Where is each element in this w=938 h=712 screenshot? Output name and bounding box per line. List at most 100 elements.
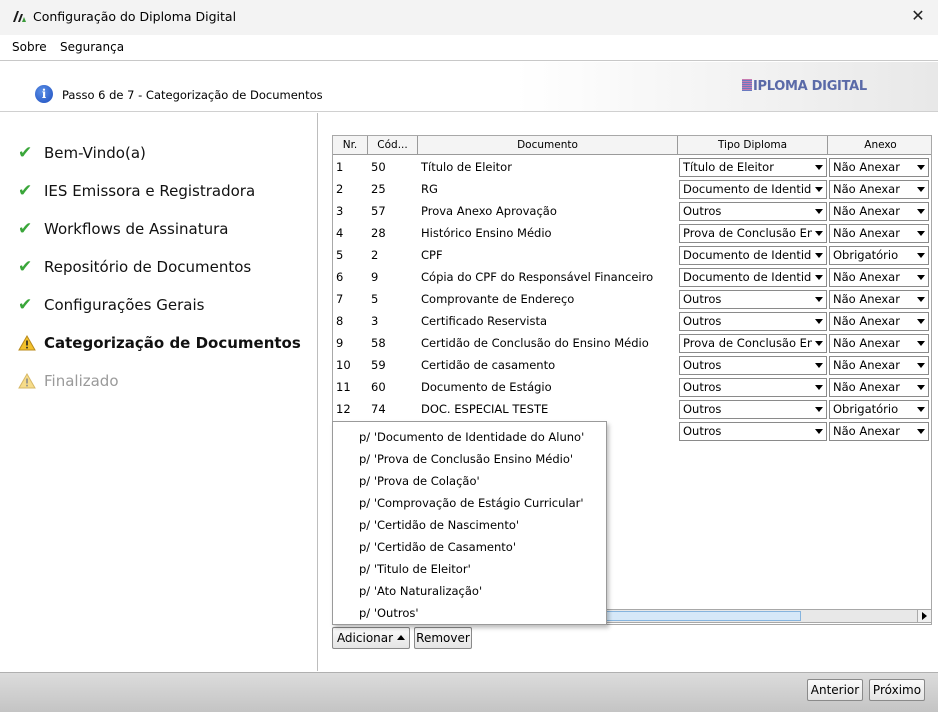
popup-item-ato-naturalizacao[interactable]: p/ 'Ato Naturalização' xyxy=(359,580,482,602)
step-label: Bem-Vindo(a) xyxy=(44,144,146,162)
column-header-tipo-diploma[interactable]: Tipo Diploma xyxy=(678,136,828,155)
warning-icon xyxy=(18,372,36,389)
popup-item-prova-colacao[interactable]: p/ 'Prova de Colação' xyxy=(359,470,480,492)
tipo-diploma-select-value: Documento de Identid... xyxy=(683,248,812,262)
table-row[interactable]: 2 25 RG Documento de Identid... Não Anexar xyxy=(333,178,931,200)
table-row[interactable]: 4 28 Histórico Ensino Médio Prova de Conclu… xyxy=(333,222,931,244)
tipo-diploma-select[interactable]: Prova de Conclusão En... xyxy=(679,224,827,243)
menu-seguranca[interactable]: Segurança xyxy=(60,40,124,54)
table-row[interactable]: 3 57 Prova Anexo Aprovação Outros Não Anexar xyxy=(333,200,931,222)
tipo-diploma-select[interactable]: Outros xyxy=(679,400,827,419)
step-bem-vindo: ✔ Bem-Vindo(a) xyxy=(18,142,146,164)
column-header-documento[interactable]: Documento xyxy=(418,136,678,155)
anexo-select[interactable]: Não Anexar xyxy=(829,290,929,309)
anexo-select[interactable]: Não Anexar xyxy=(829,378,929,397)
tipo-diploma-select[interactable]: Prova de Conclusão En... xyxy=(679,334,827,353)
wizard-footer: Anterior Próximo xyxy=(0,672,938,712)
menu-sobre[interactable]: Sobre xyxy=(12,40,47,54)
tipo-diploma-select-value: Outros xyxy=(683,314,722,328)
chevron-down-icon xyxy=(815,253,823,258)
next-button[interactable]: Próximo xyxy=(869,679,925,701)
arrow-up-icon xyxy=(397,635,406,640)
step-label: Workflows de Assinatura xyxy=(44,220,229,238)
window-title: Configuração do Diploma Digital xyxy=(33,9,237,24)
table-row[interactable]: 11 60 Documento de Estágio Outros Não Anexar xyxy=(333,376,931,398)
remove-button[interactable]: Remover xyxy=(414,627,472,649)
chevron-down-icon xyxy=(917,297,925,302)
tipo-diploma-select[interactable]: Outros xyxy=(679,356,827,375)
anexo-select-value: Não Anexar xyxy=(833,314,900,328)
cell-cod: 50 xyxy=(371,160,386,174)
anexo-select[interactable]: Não Anexar xyxy=(829,268,929,287)
popup-item-certidao-nascimento[interactable]: p/ 'Certidão de Nascimento' xyxy=(359,514,519,536)
anexo-select[interactable]: Não Anexar xyxy=(829,422,929,441)
brand-mark-icon xyxy=(742,79,752,91)
anexo-select[interactable]: Não Anexar xyxy=(829,158,929,177)
popup-item-documento-identidade[interactable]: p/ 'Documento de Identidade do Aluno' xyxy=(359,426,584,448)
anexo-select[interactable]: Obrigatório xyxy=(829,246,929,265)
chevron-down-icon xyxy=(917,407,925,412)
previous-button[interactable]: Anterior xyxy=(807,679,863,701)
anexo-select-value: Não Anexar xyxy=(833,424,900,438)
chevron-down-icon xyxy=(815,363,823,368)
column-header-anexo[interactable]: Anexo xyxy=(828,136,931,155)
tipo-diploma-select[interactable]: Outros xyxy=(679,378,827,397)
table-row[interactable]: 7 5 Comprovante de Endereço Outros Não Anexa… xyxy=(333,288,931,310)
wizard-header: i Passo 6 de 7 - Categorização de Docume… xyxy=(0,62,938,112)
anexo-select[interactable]: Não Anexar xyxy=(829,334,929,353)
table-row[interactable]: 5 2 CPF Documento de Identid... Obrigatório xyxy=(333,244,931,266)
tipo-diploma-select[interactable]: Documento de Identid... xyxy=(679,246,827,265)
check-icon: ✔ xyxy=(18,219,33,239)
cell-nr: 11 xyxy=(336,380,351,394)
table-row[interactable]: 6 9 Cópia do CPF do Responsável Financeiro… xyxy=(333,266,931,288)
info-icon: i xyxy=(35,85,53,103)
popup-item-comprovacao-estagio[interactable]: p/ 'Comprovação de Estágio Curricular' xyxy=(359,492,584,514)
cell-cod: 9 xyxy=(371,270,379,284)
column-header-nr[interactable]: Nr. xyxy=(333,136,368,155)
cell-nr: 5 xyxy=(336,248,344,262)
scroll-right-icon[interactable] xyxy=(917,610,931,622)
check-icon: ✔ xyxy=(18,295,33,315)
popup-item-certidao-casamento[interactable]: p/ 'Certidão de Casamento' xyxy=(359,536,516,558)
column-header-cod[interactable]: Cód... xyxy=(368,136,418,155)
chevron-down-icon xyxy=(917,363,925,368)
popup-item-prova-conclusao[interactable]: p/ 'Prova de Conclusão Ensino Médio' xyxy=(359,448,573,470)
anexo-select[interactable]: Não Anexar xyxy=(829,312,929,331)
table-row[interactable]: 12 74 DOC. ESPECIAL TESTE Outros Obrigatório xyxy=(333,398,931,420)
chevron-down-icon xyxy=(815,187,823,192)
scrollbar-thumb[interactable] xyxy=(603,611,801,621)
cell-cod: 74 xyxy=(371,402,386,416)
anexo-select[interactable]: Não Anexar xyxy=(829,202,929,221)
brand-text: IPLOMA DIGITAL xyxy=(753,79,867,94)
tipo-diploma-select[interactable]: Outros xyxy=(679,290,827,309)
popup-item-titulo-eleitor[interactable]: p/ 'Titulo de Eleitor' xyxy=(359,558,471,580)
table-row[interactable]: 8 3 Certificado Reservista Outros Não Anexar xyxy=(333,310,931,332)
anexo-select-value: Não Anexar xyxy=(833,160,900,174)
tipo-diploma-select[interactable]: Outros xyxy=(679,312,827,331)
popup-item-outros[interactable]: p/ 'Outros' xyxy=(359,602,419,624)
tipo-diploma-select[interactable]: Outros xyxy=(679,202,827,221)
tipo-diploma-select[interactable]: Documento de Identid... xyxy=(679,268,827,287)
cell-cod: 25 xyxy=(371,182,386,196)
table-row[interactable]: 9 58 Certidão de Conclusão do Ensino Médio… xyxy=(333,332,931,354)
close-icon[interactable]: ✕ xyxy=(910,7,926,25)
cell-cod: 58 xyxy=(371,336,386,350)
anexo-select[interactable]: Não Anexar xyxy=(829,224,929,243)
chevron-down-icon xyxy=(917,253,925,258)
cell-cod: 3 xyxy=(371,314,379,328)
tipo-diploma-select[interactable]: Documento de Identid... xyxy=(679,180,827,199)
anexo-select[interactable]: Não Anexar xyxy=(829,180,929,199)
anexo-select-value: Não Anexar xyxy=(833,380,900,394)
tipo-diploma-select[interactable]: Outros xyxy=(679,422,827,441)
cell-nr: 9 xyxy=(336,336,344,350)
anexo-select[interactable]: Obrigatório xyxy=(829,400,929,419)
table-row[interactable]: 1 50 Título de Eleitor Título de Eleitor Não… xyxy=(333,156,931,178)
cell-documento: DOC. ESPECIAL TESTE xyxy=(421,402,549,416)
table-row[interactable]: 10 59 Certidão de casamento Outros Não Anexa… xyxy=(333,354,931,376)
tipo-diploma-select[interactable]: Título de Eleitor xyxy=(679,158,827,177)
chevron-down-icon xyxy=(815,319,823,324)
add-button[interactable]: Adicionar xyxy=(332,627,410,649)
cell-nr: 2 xyxy=(336,182,344,196)
anexo-select[interactable]: Não Anexar xyxy=(829,356,929,375)
anexo-select-value: Obrigatório xyxy=(833,402,899,416)
